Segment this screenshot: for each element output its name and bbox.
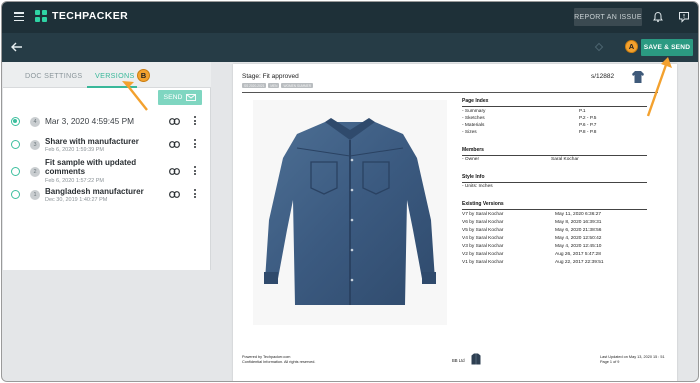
member-name: Saral Kochar (551, 157, 579, 162)
jacket-icon (471, 353, 481, 365)
section-divider (462, 155, 647, 156)
tab-doc-settings[interactable]: DOC SETTINGS (25, 71, 83, 80)
envelope-icon (186, 94, 197, 101)
index-row-value: P.6 - P.7 (579, 123, 597, 128)
version-item[interactable]: 1 Bangladesh manufacturer Dec 30, 2019 1… (3, 186, 211, 206)
version-timestamp: May 8, 2020 16:39:31 (555, 220, 602, 225)
version-timestamp: May 11, 2020 6:36:27 (555, 212, 602, 217)
index-row-label: - Sizes (462, 130, 477, 135)
index-row-label: - Materials (462, 123, 485, 128)
version-title: Bangladesh manufacturer (45, 187, 144, 196)
tab-versions[interactable]: VERSIONS (95, 71, 135, 80)
shirt-thumbnail-icon (632, 71, 644, 83)
menu-icon[interactable] (14, 12, 24, 22)
link-icon[interactable] (169, 118, 180, 125)
more-options-icon[interactable] (194, 166, 197, 177)
version-author: V5 by Saral Kochar (462, 228, 504, 233)
header-divider (242, 92, 658, 93)
link-icon[interactable] (169, 191, 180, 198)
version-title: Mar 3, 2020 4:59:45 PM (45, 116, 135, 126)
link-icon[interactable] (169, 141, 180, 148)
style-id: s/12882 (591, 73, 615, 80)
version-author: V2 by Saral Kochar (462, 252, 504, 257)
version-author: V4 by Saral Kochar (462, 236, 504, 241)
app-window: TECHPACKER REPORT AN ISSUE A SAVE & SEND… (1, 1, 699, 382)
section-divider (462, 106, 647, 107)
more-options-icon[interactable] (194, 189, 197, 200)
version-date: Feb 6, 2020 1:57:22 PM (45, 178, 105, 184)
version-number-badge: 4 (30, 116, 40, 127)
send-label: SEND (163, 94, 183, 101)
panel-tabs: DOC SETTINGS VERSIONS (3, 62, 211, 88)
link-icon[interactable] (169, 168, 180, 175)
section-divider (462, 182, 647, 183)
version-number-badge: 2 (30, 166, 40, 177)
product-photo (253, 100, 447, 325)
bell-icon[interactable] (652, 11, 664, 23)
tag: MEN (268, 83, 280, 88)
section-divider (462, 209, 647, 210)
document-footer-right: Last Updated on May 13, 2020 15 : 51 Pag… (600, 355, 665, 365)
index-row-value: P.8 - P.8 (579, 130, 597, 135)
version-title: Fit sample with updated comments (45, 158, 137, 176)
back-arrow-icon[interactable] (10, 40, 24, 54)
denim-shirt-image (264, 118, 436, 305)
version-title: Share with manufacturer (45, 137, 139, 146)
version-number-badge: 3 (30, 139, 40, 150)
save-and-send-button[interactable]: SAVE & SEND (641, 39, 693, 56)
version-item[interactable]: 3 Share with manufacturer Feb 6, 2020 1:… (3, 136, 211, 156)
index-row-value: P.2 - P.5 (579, 116, 597, 121)
versions-panel: DOC SETTINGS VERSIONS B SEND 4 Mar 3, 20… (3, 62, 211, 270)
version-author: V7 by Saral Kochar (462, 212, 504, 217)
feedback-icon[interactable] (678, 11, 690, 23)
version-number-badge: 1 (30, 189, 40, 200)
version-timestamp: May 4, 2020 12:50:42 (555, 236, 602, 241)
version-timestamp: May 4, 2020 12:45:10 (555, 244, 602, 249)
version-timestamp: May 6, 2020 21:38:56 (555, 228, 602, 233)
version-date: Feb 6, 2020 1:59:39 PM (45, 147, 105, 153)
document-footer-left: Powered by Techpacker.com Confidential I… (242, 355, 315, 365)
version-radio[interactable] (11, 117, 20, 126)
index-row-label: - Summary (462, 109, 486, 114)
version-author: V1 by Saral Kochar (462, 260, 504, 265)
members-heading: Members (462, 147, 484, 153)
techpacker-logo-icon (35, 10, 47, 22)
index-row-value: P.1 (579, 109, 586, 114)
active-tab-indicator (87, 86, 137, 88)
annotation-badge-b: B (137, 69, 150, 82)
page-count-text: Page 1 of 9 (600, 360, 620, 364)
version-radio[interactable] (11, 190, 20, 199)
existing-versions-heading: Existing Versions (462, 201, 504, 207)
send-button[interactable]: SEND (158, 90, 202, 105)
document-tags: SS 2020-2021 MEN WOMEN SUMMER (242, 83, 314, 88)
version-item[interactable]: 4 Mar 3, 2020 4:59:45 PM (3, 114, 211, 130)
version-item[interactable]: 2 Fit sample with updated comments Feb 6… (3, 158, 211, 188)
version-author: V6 by Saral Kochar (462, 220, 504, 225)
confidential-text: Confidential Information. All rights res… (242, 360, 316, 364)
top-navigation-bar: TECHPACKER REPORT AN ISSUE (2, 2, 698, 33)
brand-name: TECHPACKER (52, 10, 129, 22)
tag: WOMEN SUMMER (281, 83, 314, 88)
company-name: BB Ltd (452, 358, 465, 363)
tag: SS 2020-2021 (242, 83, 267, 88)
version-timestamp: Aug 22, 2017 22:39:51 (555, 260, 604, 265)
version-radio[interactable] (11, 140, 20, 149)
version-date: Dec 30, 2019 1:40:27 PM (45, 197, 108, 203)
style-info-heading: Style Info (462, 174, 485, 180)
page-index-heading: Page Index (462, 98, 489, 104)
version-timestamp: Aug 26, 2017 5:47:28 (555, 252, 601, 257)
techpack-document-preview: Stage: Fit approved s/12882 SS 2020-2021… (233, 64, 677, 381)
report-issue-button[interactable]: REPORT AN ISSUE (574, 8, 642, 26)
member-role: - Owner (462, 157, 480, 162)
version-author: V3 by Saral Kochar (462, 244, 504, 249)
panel-background (3, 270, 211, 381)
more-options-icon[interactable] (194, 116, 197, 127)
style-units: - Units: Inches (462, 184, 493, 189)
annotation-badge-a: A (625, 40, 638, 53)
document-stage: Stage: Fit approved (242, 73, 299, 80)
index-row-label: - Sketches (462, 116, 485, 121)
brand-logo[interactable]: TECHPACKER (35, 10, 128, 22)
more-options-icon[interactable] (194, 139, 197, 150)
version-radio[interactable] (11, 167, 20, 176)
